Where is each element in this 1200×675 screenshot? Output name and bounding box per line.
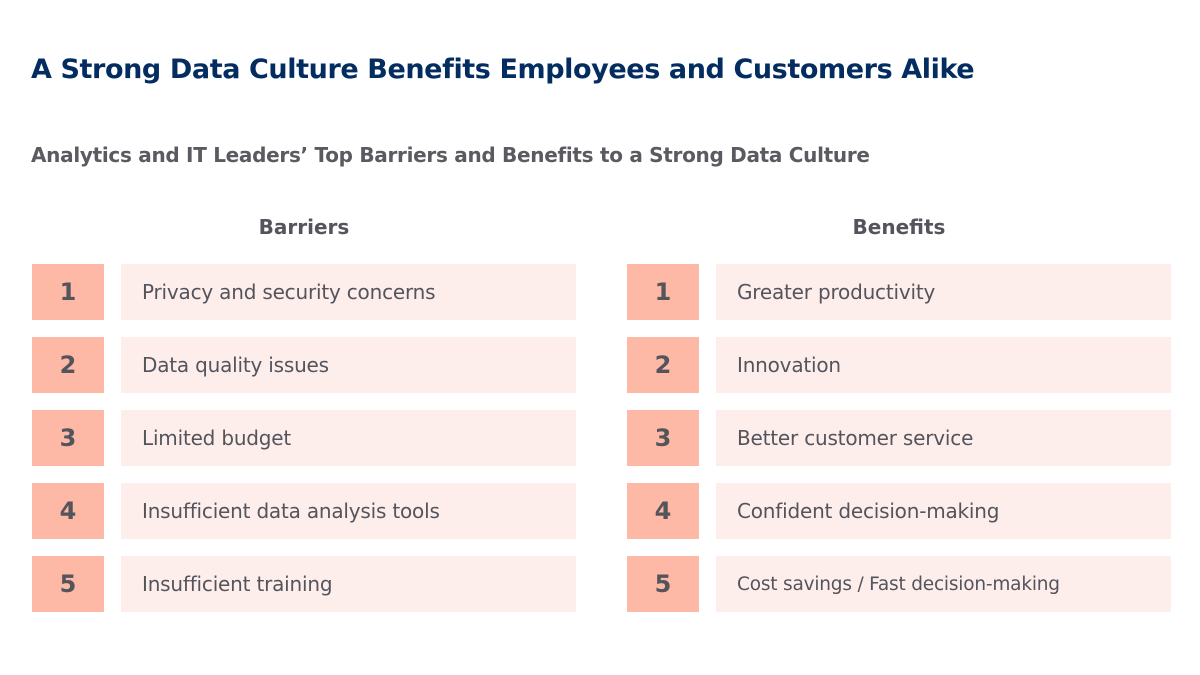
rank-badge: 4: [32, 483, 104, 539]
barriers-heading: Barriers: [258, 215, 350, 239]
barrier-label: Limited budget: [121, 410, 576, 466]
benefit-row: 4 Confident decision-making: [627, 483, 1171, 539]
page-title: A Strong Data Culture Benefits Employees…: [31, 54, 975, 85]
barrier-label: Privacy and security concerns: [121, 264, 576, 320]
rank-badge: 5: [627, 556, 699, 612]
benefit-label: Better customer service: [716, 410, 1171, 466]
barrier-row: 2 Data quality issues: [32, 337, 576, 393]
benefit-row: 3 Better customer service: [627, 410, 1171, 466]
barrier-row: 3 Limited budget: [32, 410, 576, 466]
benefit-label: Greater productivity: [716, 264, 1171, 320]
barrier-label: Insufficient data analysis tools: [121, 483, 576, 539]
rank-badge: 3: [627, 410, 699, 466]
barrier-row: 5 Insufficient training: [32, 556, 576, 612]
benefit-label: Confident decision-making: [716, 483, 1171, 539]
benefits-column: Benefits 1 Greater productivity 2 Innova…: [627, 213, 1171, 629]
benefit-row: 2 Innovation: [627, 337, 1171, 393]
rank-badge: 4: [627, 483, 699, 539]
page-subtitle: Analytics and IT Leaders’ Top Barriers a…: [31, 143, 870, 167]
rank-badge: 2: [627, 337, 699, 393]
benefit-label: Innovation: [716, 337, 1171, 393]
benefits-heading: Benefits: [852, 215, 946, 239]
rank-badge: 1: [32, 264, 104, 320]
barrier-label: Data quality issues: [121, 337, 576, 393]
benefit-label: Cost savings / Fast decision-making: [716, 556, 1171, 612]
rank-badge: 1: [627, 264, 699, 320]
barrier-label: Insufficient training: [121, 556, 576, 612]
rank-badge: 3: [32, 410, 104, 466]
rank-badge: 2: [32, 337, 104, 393]
barrier-row: 4 Insufficient data analysis tools: [32, 483, 576, 539]
benefit-row: 5 Cost savings / Fast decision-making: [627, 556, 1171, 612]
benefit-row: 1 Greater productivity: [627, 264, 1171, 320]
barriers-column: Barriers 1 Privacy and security concerns…: [32, 213, 576, 629]
barrier-row: 1 Privacy and security concerns: [32, 264, 576, 320]
rank-badge: 5: [32, 556, 104, 612]
